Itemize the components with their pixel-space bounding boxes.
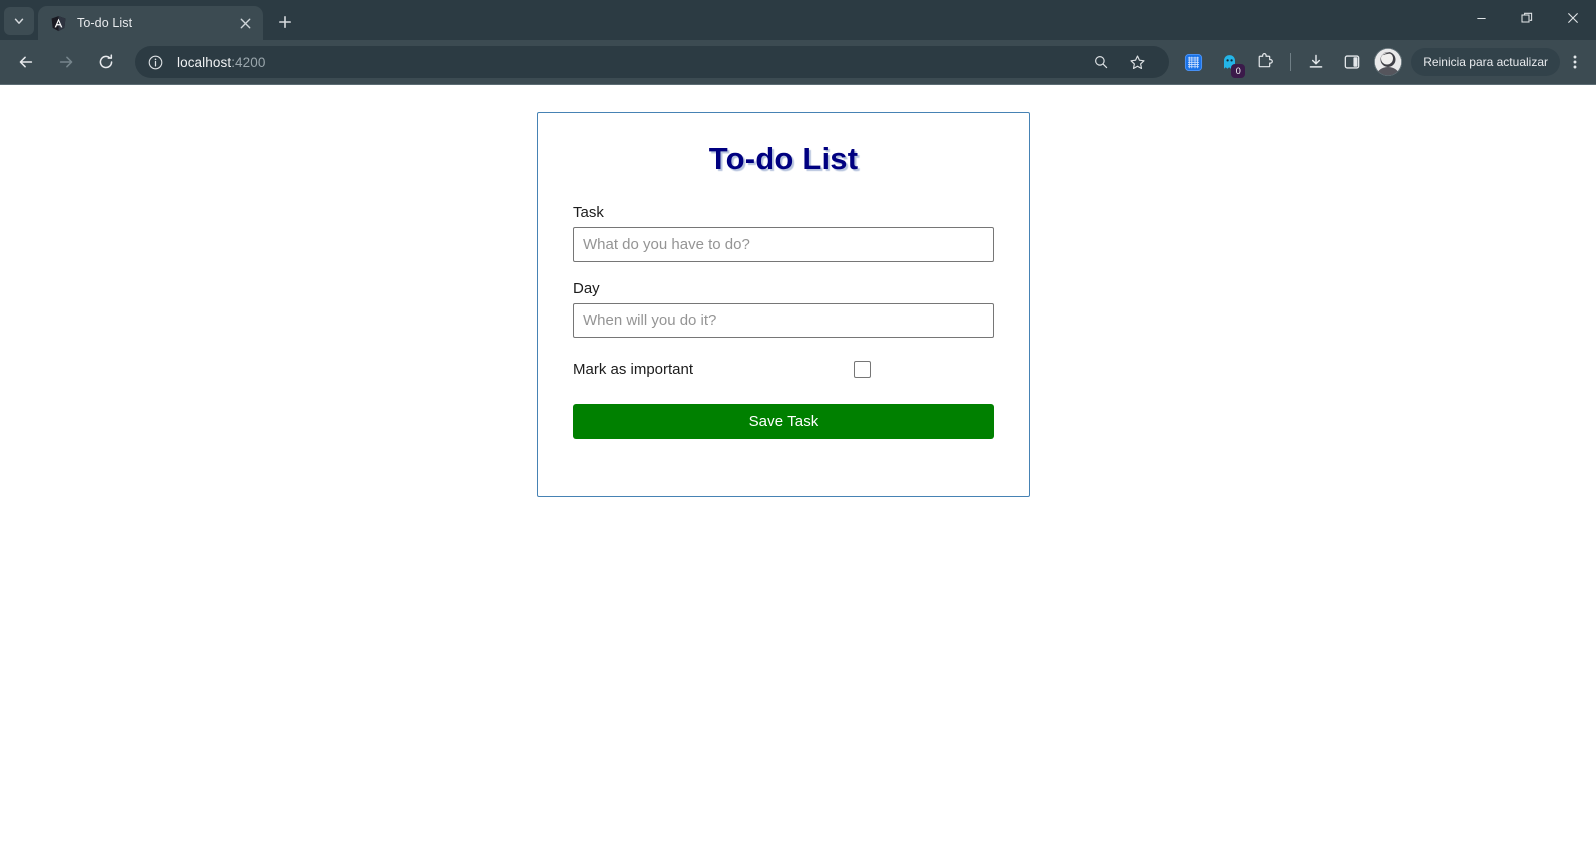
toolbar-divider bbox=[1290, 53, 1292, 71]
browser-window: To-do List localhost:4200 0 Reinicia par… bbox=[0, 0, 1596, 857]
minimize-icon bbox=[1476, 17, 1486, 19]
tab-title: To-do List bbox=[77, 16, 133, 30]
address-bar-url: localhost:4200 bbox=[177, 55, 265, 70]
ghost-extension-icon[interactable]: 0 bbox=[1214, 47, 1246, 78]
task-label: Task bbox=[573, 204, 604, 221]
avatar[interactable] bbox=[1373, 47, 1403, 77]
url-host: localhost bbox=[177, 54, 232, 70]
puzzle-icon[interactable] bbox=[1250, 47, 1280, 77]
field-group-day: Day bbox=[573, 280, 994, 338]
important-label: Mark as important bbox=[573, 360, 694, 378]
chevron-down-icon bbox=[14, 18, 24, 24]
window-minimize-button[interactable] bbox=[1458, 0, 1504, 36]
day-input[interactable] bbox=[573, 303, 994, 338]
forward-button[interactable] bbox=[49, 45, 83, 79]
page-viewport: To-do List Task Day Mark as important Sa… bbox=[0, 85, 1596, 857]
angular-shield-icon bbox=[50, 15, 67, 32]
browser-tab[interactable]: To-do List bbox=[38, 6, 263, 40]
todo-form-card: To-do List Task Day Mark as important Sa… bbox=[537, 112, 1030, 497]
field-group-task: Task bbox=[573, 204, 994, 262]
update-button[interactable]: Reinicia para actualizar bbox=[1411, 48, 1560, 76]
extension-badge-count: 0 bbox=[1231, 64, 1246, 78]
back-button[interactable] bbox=[9, 45, 43, 79]
close-icon bbox=[1567, 12, 1579, 24]
window-maximize-button[interactable] bbox=[1504, 0, 1550, 36]
plus-icon bbox=[279, 16, 291, 28]
save-task-button[interactable]: Save Task bbox=[573, 404, 994, 439]
new-tab-button[interactable] bbox=[271, 8, 299, 36]
important-checkbox[interactable] bbox=[854, 360, 871, 378]
side-panel-icon[interactable] bbox=[1337, 47, 1367, 77]
page-title: To-do List bbox=[708, 141, 859, 176]
omnibox-actions bbox=[1083, 47, 1155, 77]
star-icon[interactable] bbox=[1122, 47, 1152, 77]
todo-form: Task Day Mark as important Save Task bbox=[538, 204, 1029, 439]
browser-toolbar: localhost:4200 0 Reinicia para actualiza… bbox=[0, 40, 1596, 85]
url-path: :4200 bbox=[231, 54, 266, 70]
info-circle-icon[interactable] bbox=[145, 52, 165, 72]
task-input[interactable] bbox=[573, 227, 994, 262]
address-bar[interactable]: localhost:4200 bbox=[135, 46, 1170, 78]
tab-strip: To-do List bbox=[0, 0, 1596, 40]
tab-close-icon[interactable] bbox=[235, 13, 255, 33]
window-close-button[interactable] bbox=[1550, 0, 1596, 36]
reload-button[interactable] bbox=[89, 45, 123, 79]
three-dots-vertical-icon bbox=[1573, 55, 1577, 69]
arrow-right-icon bbox=[59, 56, 73, 68]
download-icon[interactable] bbox=[1301, 47, 1331, 77]
important-checkbox-row: Mark as important bbox=[573, 358, 994, 380]
window-controls bbox=[1458, 0, 1596, 40]
arrow-left-icon bbox=[19, 56, 33, 68]
tab-search-button[interactable] bbox=[4, 7, 34, 35]
reload-icon bbox=[99, 54, 113, 69]
day-label: Day bbox=[573, 280, 600, 297]
css-extension-icon[interactable] bbox=[1178, 47, 1208, 77]
restore-icon bbox=[1521, 12, 1533, 23]
browser-menu-button[interactable] bbox=[1562, 47, 1588, 77]
search-icon[interactable] bbox=[1086, 47, 1116, 77]
